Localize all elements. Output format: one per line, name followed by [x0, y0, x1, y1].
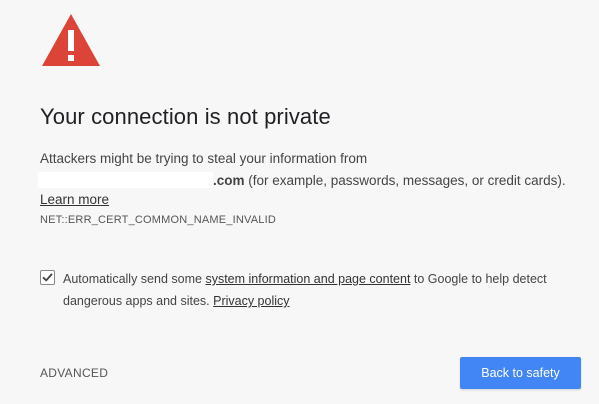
advanced-button[interactable]: ADVANCED: [40, 366, 108, 380]
system-info-link[interactable]: system information and page content: [205, 272, 410, 286]
warning-triangle-icon: [40, 12, 102, 68]
send-info-label: Automatically send some system informati…: [63, 268, 563, 312]
interstitial-page: Your connection is not private Attackers…: [0, 0, 599, 404]
explanation-line-2: .com (for example, passwords, messages, …: [38, 170, 585, 192]
explanation-examples: (for example, passwords, messages, or cr…: [244, 173, 566, 188]
domain-suffix: .com: [213, 173, 245, 188]
optin-text-before: Automatically send some: [63, 272, 206, 286]
error-code: NET::ERR_CERT_COMMON_NAME_INVALID: [40, 214, 277, 226]
explanation-line-1: Attackers might be trying to steal your …: [40, 151, 368, 166]
redacted-hostname: [38, 172, 213, 188]
privacy-policy-link[interactable]: Privacy policy: [213, 294, 289, 308]
page-title: Your connection is not private: [40, 104, 331, 129]
back-to-safety-button[interactable]: Back to safety: [460, 357, 581, 389]
send-info-checkbox[interactable]: [40, 270, 55, 285]
learn-more-link[interactable]: Learn more: [40, 192, 109, 207]
explanation-text: Attackers might be trying to steal your …: [38, 148, 585, 192]
checkmark-icon: [42, 273, 53, 282]
